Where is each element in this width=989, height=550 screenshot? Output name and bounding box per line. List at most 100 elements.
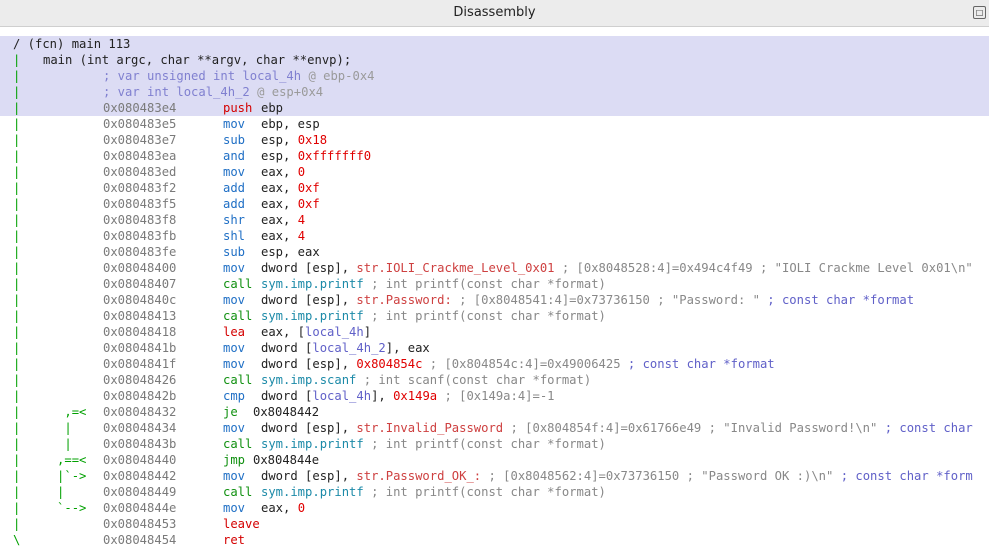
flow-gutter: \ [13, 533, 21, 547]
instruction-row[interactable]: | 0x080483e4 push ebp [0, 100, 989, 116]
instruction-address[interactable]: 0x08048454 [103, 532, 176, 548]
instruction-mnemonic: mov [223, 469, 246, 483]
instruction-row[interactable]: | 0x08048407 call sym.imp.printf ; int prin… [0, 276, 989, 292]
operand-token: 0xfffffff0 [297, 149, 372, 163]
instruction-row[interactable]: | 0x080483fb shl eax, 4 [0, 228, 989, 244]
instruction-row[interactable]: \ 0x08048454 ret [0, 532, 989, 548]
instruction-address[interactable]: 0x08048440 [103, 452, 176, 468]
instruction-mnemonic: call [223, 485, 253, 499]
operand-token: 0xf [297, 197, 320, 211]
instruction-mnemonic: shl [223, 229, 246, 243]
operand-token: dword [esp], [261, 293, 357, 307]
instruction-operands: eax, 0 [261, 500, 305, 516]
instruction-address[interactable]: 0x08048434 [103, 420, 176, 436]
float-dock-icon[interactable]: □ [973, 6, 987, 20]
instruction-operands: sym.imp.printf ; int printf(const char *… [261, 484, 606, 500]
instruction-address[interactable]: 0x08048413 [103, 308, 176, 324]
instruction-row[interactable]: | 0x08048400 mov dword [esp], str.IOLI_Crac… [0, 260, 989, 276]
instruction-address[interactable]: 0x0804843b [103, 436, 176, 452]
instruction-row[interactable]: | 0x0804841b mov dword [local_4h_2], eax [0, 340, 989, 356]
operand-token: 0 [297, 165, 306, 179]
instruction-address[interactable]: 0x08048449 [103, 484, 176, 500]
instruction-row[interactable]: | 0x08048413 call sym.imp.printf ; int prin… [0, 308, 989, 324]
instruction-mnemonic: ret [223, 533, 246, 547]
flow-gutter: | [13, 197, 21, 211]
instruction-operands: eax, 0xf [261, 180, 320, 196]
instruction-address[interactable]: 0x08048400 [103, 260, 176, 276]
instruction-operands: sym.imp.printf ; int printf(const char *… [261, 436, 606, 452]
instruction-operands: esp, 0x18 [261, 132, 327, 148]
instruction-row[interactable]: | | 0x0804843b call sym.imp.printf ; int pr… [0, 436, 989, 452]
instruction-mnemonic: mov [223, 421, 246, 435]
instruction-address[interactable]: 0x080483f8 [103, 212, 176, 228]
instruction-mnemonic: call [223, 277, 253, 291]
operand-token: 0xf [297, 181, 320, 195]
operand-token: local_4h [312, 389, 372, 403]
instruction-row[interactable]: | 0x0804842b cmp dword [local_4h], 0x149a ;… [0, 388, 989, 404]
operand-token: str.Invalid_Password [356, 421, 504, 435]
instruction-row[interactable]: | 0x080483ed mov eax, 0 [0, 164, 989, 180]
instruction-row[interactable]: | ,==< 0x08048440 jmp 0x804844e [0, 452, 989, 468]
instruction-address[interactable]: 0x080483f2 [103, 180, 176, 196]
instruction-row[interactable]: | 0x08048418 lea eax, [local_4h] [0, 324, 989, 340]
instruction-row[interactable]: | 0x080483f2 add eax, 0xf [0, 180, 989, 196]
instruction-address[interactable]: 0x0804841b [103, 340, 176, 356]
instruction-address[interactable]: 0x080483f5 [103, 196, 176, 212]
instruction-operands: ebp, esp [261, 116, 320, 132]
instruction-address[interactable]: 0x080483e5 [103, 116, 176, 132]
instruction-address[interactable]: 0x08048453 [103, 516, 176, 532]
disassembly-view[interactable]: / (fcn) main 113 | main (int argc, char … [0, 36, 989, 548]
operand-token: ; [0x804854f:4]=0x61766e49 ; "Invalid Pa… [503, 421, 885, 435]
instruction-mnemonic: sub [223, 245, 246, 259]
operand-token: 0x8048442 [253, 405, 320, 419]
instruction-row[interactable]: | 0x0804841f mov dword [esp], 0x804854c ; [… [0, 356, 989, 372]
instruction-row[interactable]: | 0x080483ea and esp, 0xfffffff0 [0, 148, 989, 164]
function-header-line: / (fcn) main 113 [0, 36, 989, 52]
instruction-address[interactable]: 0x08048432 [103, 404, 176, 420]
instruction-row[interactable]: | 0x080483f8 shr eax, 4 [0, 212, 989, 228]
operand-token: ; const char *format [627, 357, 775, 371]
instruction-address[interactable]: 0x080483ed [103, 164, 176, 180]
operand-token: esp, [261, 149, 298, 163]
operand-token: eax, [261, 501, 298, 515]
instruction-row[interactable]: | |`-> 0x08048442 mov dword [esp], str.Pass… [0, 468, 989, 484]
instruction-address[interactable]: 0x0804844e [103, 500, 176, 516]
instruction-row[interactable]: | ,=< 0x08048432 je 0x8048442 [0, 404, 989, 420]
instruction-address[interactable]: 0x08048426 [103, 372, 176, 388]
instruction-row[interactable]: | 0x080483e7 sub esp, 0x18 [0, 132, 989, 148]
window-title: Disassembly [453, 5, 536, 20]
instruction-address[interactable]: 0x0804840c [103, 292, 176, 308]
operand-token: ], [371, 389, 394, 403]
instruction-address[interactable]: 0x08048418 [103, 324, 176, 340]
flow-gutter: | [13, 149, 21, 163]
instruction-row[interactable]: | 0x08048453 leave [0, 516, 989, 532]
instruction-address[interactable]: 0x080483e4 [103, 100, 176, 116]
instruction-row[interactable]: | 0x0804840c mov dword [esp], str.Password:… [0, 292, 989, 308]
instruction-row[interactable]: | 0x080483f5 add eax, 0xf [0, 196, 989, 212]
instruction-operands: eax, 0xf [261, 196, 320, 212]
instruction-address[interactable]: 0x08048442 [103, 468, 176, 484]
operand-token: eax, [261, 165, 298, 179]
instruction-row[interactable]: | 0x08048426 call sym.imp.scanf ; int scanf… [0, 372, 989, 388]
operand-token: sym.imp.printf [261, 437, 364, 451]
instruction-address[interactable]: 0x0804841f [103, 356, 176, 372]
operand-token: sym.imp.printf [261, 309, 364, 323]
title-bar: Disassembly □ [0, 0, 989, 27]
operand-token: ; const char *form [840, 469, 973, 483]
flow-gutter: | [13, 245, 21, 259]
instruction-address[interactable]: 0x080483ea [103, 148, 176, 164]
operand-token: dword [ [261, 389, 313, 403]
instruction-address[interactable]: 0x080483fb [103, 228, 176, 244]
operand-token: str.Password_OK_: [356, 469, 482, 483]
operand-token: 0 [297, 501, 306, 515]
instruction-row[interactable]: | | 0x08048434 mov dword [esp], str.Invalid… [0, 420, 989, 436]
instruction-address[interactable]: 0x080483e7 [103, 132, 176, 148]
instruction-row[interactable]: | | 0x08048449 call sym.imp.printf ; int pr… [0, 484, 989, 500]
operand-token: ; const char [884, 421, 973, 435]
instruction-address[interactable]: 0x0804842b [103, 388, 176, 404]
instruction-row[interactable]: | 0x080483fe sub esp, eax [0, 244, 989, 260]
instruction-row[interactable]: | 0x080483e5 mov ebp, esp [0, 116, 989, 132]
instruction-address[interactable]: 0x08048407 [103, 276, 176, 292]
instruction-address[interactable]: 0x080483fe [103, 244, 176, 260]
instruction-row[interactable]: | `--> 0x0804844e mov eax, 0 [0, 500, 989, 516]
